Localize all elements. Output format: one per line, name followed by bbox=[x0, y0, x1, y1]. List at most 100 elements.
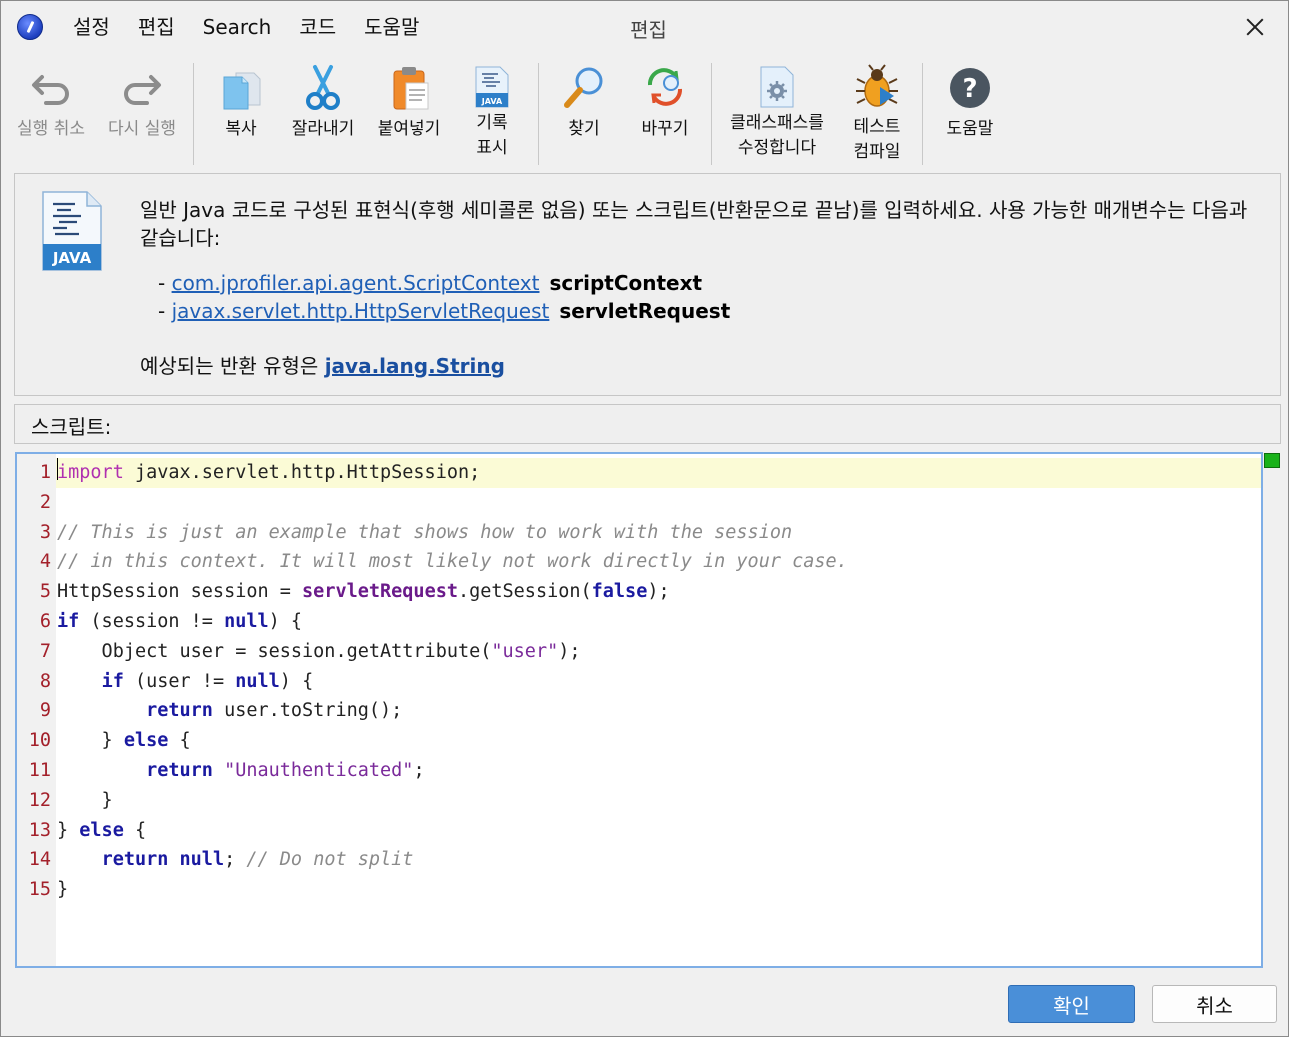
code-comment: // This is just an example that shows ho… bbox=[57, 521, 793, 543]
clipboard-icon bbox=[384, 63, 434, 113]
line-number: 1 bbox=[39, 462, 51, 483]
line-number: 4 bbox=[39, 551, 51, 573]
edit-dialog: 설정 편집 Search 코드 도움말 편집 실행 취소 다시 실행 복사 잘라… bbox=[0, 0, 1289, 1037]
toolbar-separator bbox=[538, 63, 539, 165]
line-number: 11 bbox=[28, 759, 51, 781]
menu-help[interactable]: 도움말 bbox=[364, 14, 433, 40]
line-number: 15 bbox=[28, 879, 51, 901]
app-icon bbox=[17, 14, 43, 40]
param-type-link[interactable]: com.jprofiler.api.agent.ScriptContext bbox=[172, 271, 540, 295]
help-label: 도움말 bbox=[946, 119, 994, 139]
code-text: HttpSession session = servletRequest.get… bbox=[57, 581, 670, 603]
menu-bar: 설정 편집 Search 코드 도움말 bbox=[73, 14, 447, 40]
code-line: 9 return user.toString(); bbox=[17, 696, 1261, 726]
scissors-icon bbox=[298, 63, 348, 113]
status-ok-marker bbox=[1264, 453, 1280, 468]
code-text: } else { bbox=[57, 819, 147, 841]
magnifier-icon bbox=[559, 63, 609, 113]
code-line: 3 // This is just an example that shows h… bbox=[17, 518, 1261, 548]
toolbar: 실행 취소 다시 실행 복사 잘라내기 붙여넣기 JAVA 기록 표시 찾기 바… bbox=[1, 57, 1288, 169]
help-icon: ? bbox=[945, 63, 995, 113]
code-text: } bbox=[57, 879, 69, 901]
script-label-box: 스크립트: bbox=[14, 404, 1281, 444]
copy-label: 복사 bbox=[225, 119, 257, 139]
test-compile-label-line1: 테스트 bbox=[853, 117, 901, 137]
code-line: 14 return null; // Do not split bbox=[17, 845, 1261, 875]
param-name: scriptContext bbox=[549, 271, 703, 295]
redo-label: 다시 실행 bbox=[108, 119, 176, 139]
info-description: 일반 Java 코드로 구성된 표현식(후행 세미콜론 없음) 또는 스크립트(… bbox=[140, 198, 1248, 250]
code-line: 13 } else { bbox=[17, 816, 1261, 846]
help-button[interactable]: ? 도움말 bbox=[931, 57, 1009, 169]
replace-label: 바꾸기 bbox=[641, 119, 689, 139]
code-text: return null; // Do not split bbox=[101, 849, 414, 871]
line-number: 7 bbox=[39, 640, 51, 662]
code-comment: // in this context. It will most likely … bbox=[57, 551, 848, 573]
menu-search[interactable]: Search bbox=[203, 14, 286, 40]
code-text: if (session != null) { bbox=[57, 610, 303, 632]
code-text: if (user != null) { bbox=[101, 670, 314, 692]
param-prefix: - bbox=[158, 271, 172, 295]
code-line: 11 return "Unauthenticated"; bbox=[17, 756, 1261, 786]
show-log-label-line2: 표시 bbox=[476, 138, 508, 158]
line-number: 13 bbox=[28, 819, 51, 841]
redo-button[interactable]: 다시 실행 bbox=[99, 57, 185, 169]
test-compile-button[interactable]: 테스트 컴파일 bbox=[839, 57, 915, 169]
java-logo-text: JAVA bbox=[52, 249, 92, 267]
ok-button[interactable]: 확인 bbox=[1008, 985, 1135, 1023]
menu-settings[interactable]: 설정 bbox=[73, 14, 124, 40]
code-text: Object user = session.getAttribute("user… bbox=[57, 640, 581, 662]
line-number: 6 bbox=[39, 610, 51, 632]
text-caret bbox=[57, 458, 58, 480]
edit-classpath-button[interactable]: 클래스패스를 수정합니다 bbox=[721, 57, 833, 169]
code-text: } else { bbox=[57, 730, 191, 752]
close-icon[interactable] bbox=[1233, 9, 1275, 45]
paste-button[interactable]: 붙여넣기 bbox=[369, 57, 449, 169]
code-line: 12 } bbox=[17, 786, 1261, 816]
param-item: - com.jprofiler.api.agent.ScriptContext s… bbox=[158, 269, 702, 297]
info-panel: JAVA 일반 Java 코드로 구성된 표현식(후행 세미콜론 없음) 또는 … bbox=[14, 173, 1281, 396]
copy-icon bbox=[216, 63, 266, 113]
line-number: 8 bbox=[39, 670, 51, 692]
param-prefix: - bbox=[158, 299, 172, 323]
code-lines: 1 import javax.servlet.http.HttpSession; … bbox=[17, 458, 1261, 905]
find-button[interactable]: 찾기 bbox=[546, 57, 622, 169]
code-line: 1 import javax.servlet.http.HttpSession; bbox=[17, 458, 1261, 488]
code-line: 7 Object user = session.getAttribute("us… bbox=[17, 637, 1261, 667]
code-line: 2 bbox=[17, 488, 1261, 518]
code-editor[interactable]: 1 import javax.servlet.http.HttpSession; … bbox=[15, 452, 1263, 968]
line-number: 10 bbox=[28, 730, 51, 752]
param-name: servletRequest bbox=[559, 299, 731, 323]
script-label: 스크립트: bbox=[31, 415, 112, 439]
param-type-link[interactable]: javax.servlet.http.HttpServletRequest bbox=[172, 299, 550, 323]
replace-icon bbox=[640, 63, 690, 113]
copy-button[interactable]: 복사 bbox=[201, 57, 281, 169]
param-item: - javax.servlet.http.HttpServletRequest s… bbox=[158, 297, 730, 325]
cut-button[interactable]: 잘라내기 bbox=[284, 57, 362, 169]
cancel-button[interactable]: 취소 bbox=[1152, 985, 1277, 1023]
line-number: 9 bbox=[39, 700, 51, 722]
code-text: } bbox=[57, 789, 113, 811]
edit-classpath-label-line2: 수정합니다 bbox=[737, 138, 817, 158]
return-type-link[interactable]: java.lang.String bbox=[325, 354, 505, 378]
classpath-gear-icon bbox=[757, 65, 797, 109]
code-text: import javax.servlet.http.HttpSession; bbox=[57, 462, 481, 483]
return-type-line: 예상되는 반환 유형은 java.lang.String bbox=[140, 352, 505, 380]
undo-button[interactable]: 실행 취소 bbox=[7, 57, 95, 169]
bug-icon bbox=[852, 63, 902, 113]
title-bar: 설정 편집 Search 코드 도움말 편집 bbox=[1, 1, 1288, 53]
show-log-label-line1: 기록 bbox=[476, 113, 508, 133]
svg-text:JAVA: JAVA bbox=[481, 97, 503, 106]
undo-label: 실행 취소 bbox=[17, 119, 85, 139]
toolbar-separator bbox=[922, 63, 923, 165]
replace-button[interactable]: 바꾸기 bbox=[626, 57, 704, 169]
code-line: 4 // in this context. It will most likely… bbox=[17, 547, 1261, 577]
code-line: 15} bbox=[17, 875, 1261, 905]
show-log-button[interactable]: JAVA 기록 표시 bbox=[457, 57, 527, 169]
svg-text:?: ? bbox=[962, 74, 977, 104]
edit-classpath-label-line1: 클래스패스를 bbox=[730, 113, 824, 133]
menu-code[interactable]: 코드 bbox=[299, 14, 350, 40]
redo-icon bbox=[117, 63, 167, 113]
menu-edit[interactable]: 편집 bbox=[138, 14, 189, 40]
code-text: return user.toString(); bbox=[146, 700, 403, 722]
